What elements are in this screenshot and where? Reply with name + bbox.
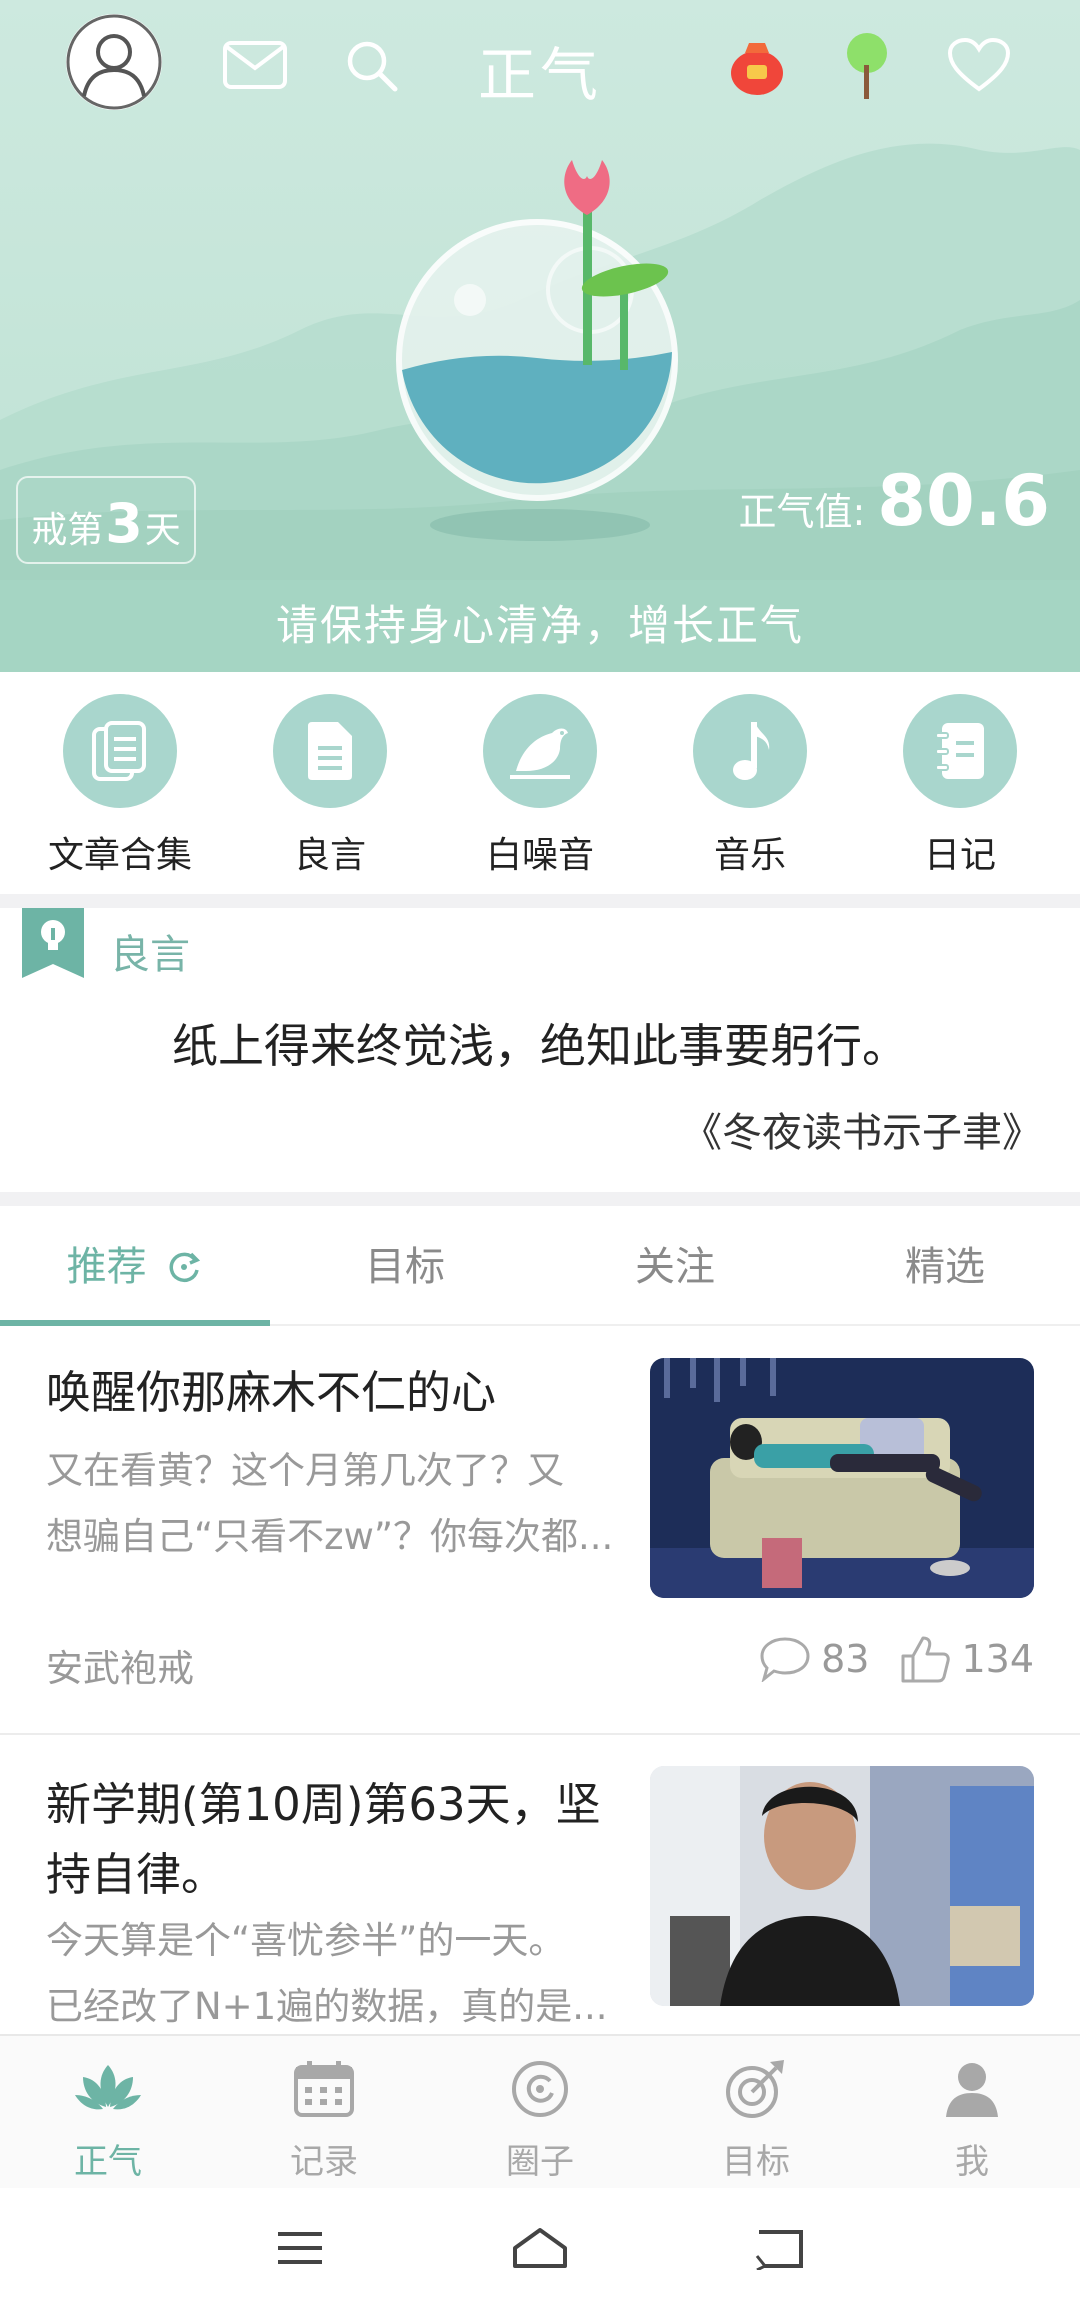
circle-icon bbox=[432, 2050, 648, 2128]
refresh-icon[interactable] bbox=[165, 1248, 203, 1286]
day-counter-badge: 戒第 3 天 bbox=[16, 476, 196, 564]
nav-label: 记录 bbox=[290, 2142, 358, 2182]
search-icon[interactable] bbox=[336, 30, 406, 100]
tab-label: 推荐 bbox=[66, 1244, 147, 1290]
section-divider bbox=[0, 1192, 1080, 1206]
calendar-icon bbox=[216, 2050, 432, 2128]
hero-banner: 正气 戒第 3 天 正气值: 80.6 bbox=[0, 0, 1080, 580]
nav-item-goals[interactable]: 目标 bbox=[648, 2050, 864, 2183]
comment-icon[interactable] bbox=[759, 1636, 811, 1682]
day-counter-prefix: 戒第 bbox=[31, 510, 104, 551]
post-excerpt: 又在看黄？这个月第几次了？又 想骗自己“只看不zw”？你每次都... bbox=[46, 1438, 626, 1570]
app-title: 正气 bbox=[477, 41, 602, 109]
score-label: 正气值: bbox=[738, 490, 866, 534]
post-separator bbox=[0, 1733, 1080, 1735]
day-counter-suffix: 天 bbox=[144, 510, 181, 551]
menu-icon[interactable] bbox=[265, 2218, 335, 2278]
nav-item-circle[interactable]: 圈子 bbox=[432, 2050, 648, 2183]
quick-item-articles[interactable]: 文章合集 bbox=[15, 694, 225, 878]
quick-item-music[interactable]: 音乐 bbox=[645, 694, 855, 878]
avatar[interactable] bbox=[66, 14, 162, 110]
music-note-icon bbox=[693, 694, 807, 808]
lucky-bag-icon[interactable] bbox=[722, 30, 792, 100]
documents-icon bbox=[63, 694, 177, 808]
righteousness-score: 正气值: 80.6 bbox=[738, 460, 1050, 542]
nav-label: 我 bbox=[955, 2142, 989, 2182]
post-card[interactable]: 唤醒你那麻木不仁的心 又在看黄？这个月第几次了？又 想骗自己“只看不zw”？你每… bbox=[0, 1328, 1080, 1732]
quick-item-diary[interactable]: 日记 bbox=[855, 694, 1065, 878]
post-excerpt-line: 今天算是个“喜忧参半”的一天。 bbox=[46, 1919, 566, 1962]
post-title: 唤醒你那麻木不仁的心 bbox=[46, 1366, 497, 1419]
user-avatar-icon bbox=[66, 14, 162, 110]
system-navigation-bar bbox=[0, 2188, 1080, 2307]
illustration-person-on-sofa bbox=[650, 1358, 1034, 1598]
mail-icon[interactable] bbox=[220, 30, 290, 100]
tab-goals[interactable]: 目标 bbox=[270, 1208, 540, 1326]
post-excerpt: 今天算是个“喜忧参半”的一天。 已经改了N+1遍的数据，真的是... bbox=[46, 1908, 626, 2034]
quick-item-label: 白噪音 bbox=[485, 835, 594, 876]
like-count: 134 bbox=[961, 1637, 1034, 1681]
post-excerpt-line: 又在看黄？这个月第几次了？又 bbox=[46, 1449, 564, 1492]
nav-item-home[interactable]: 正气 bbox=[0, 2050, 216, 2183]
top-bar: 正气 bbox=[0, 0, 1080, 130]
quick-item-label: 文章合集 bbox=[47, 835, 192, 876]
post-title-line: 新学期(第10周)第63天，坚 bbox=[46, 1778, 601, 1831]
section-divider bbox=[0, 894, 1080, 908]
tab-recommend[interactable]: 推荐 bbox=[0, 1208, 270, 1326]
nav-label: 正气 bbox=[74, 2142, 142, 2182]
comment-count: 83 bbox=[821, 1637, 870, 1681]
tab-following[interactable]: 关注 bbox=[540, 1208, 810, 1326]
day-counter-number: 3 bbox=[105, 492, 143, 555]
person-icon bbox=[864, 2050, 1080, 2128]
score-value: 80.6 bbox=[877, 460, 1050, 542]
like-thumb-icon[interactable] bbox=[899, 1634, 951, 1684]
quote-text: 纸上得来终觉浅，绝知此事要躬行。 bbox=[172, 1019, 908, 1073]
quick-item-label: 日记 bbox=[923, 835, 996, 876]
quick-item-label: 音乐 bbox=[713, 835, 786, 876]
quote-source: 《冬夜读书示子聿》 bbox=[682, 1110, 1042, 1156]
quick-item-quotes[interactable]: 良言 bbox=[225, 694, 435, 878]
post-author[interactable]: 安武袍戒 bbox=[46, 1638, 194, 1692]
quote-card[interactable]: 良言 纸上得来终觉浅，绝知此事要躬行。 《冬夜读书示子聿》 bbox=[0, 908, 1080, 1190]
notebook-icon bbox=[903, 694, 1017, 808]
nav-label: 圈子 bbox=[506, 2142, 574, 2182]
nav-label: 目标 bbox=[722, 2142, 790, 2182]
feed-tabs: 推荐 目标 关注 精选 bbox=[0, 1208, 1080, 1326]
slogan-bar: 请保持身心清净，增长正气 bbox=[0, 580, 1080, 672]
post-excerpt-line: 已经改了N+1遍的数据，真的是... bbox=[46, 1985, 608, 2028]
tree-icon[interactable] bbox=[832, 30, 902, 100]
nav-item-records[interactable]: 记录 bbox=[216, 2050, 432, 2183]
nav-item-me[interactable]: 我 bbox=[864, 2050, 1080, 2183]
post-excerpt-line: 想骗自己“只看不zw”？你每次都... bbox=[46, 1515, 614, 1558]
document-icon bbox=[273, 694, 387, 808]
post-thumbnail bbox=[650, 1358, 1034, 1598]
back-icon[interactable] bbox=[745, 2218, 815, 2278]
quick-menu: 文章合集 良言 白噪音 音乐 日记 bbox=[0, 672, 1080, 894]
post-thumbnail bbox=[650, 1766, 1034, 2006]
heart-icon[interactable] bbox=[944, 30, 1014, 100]
post-card[interactable]: 新学期(第10周)第63天，坚 持自律。 今天算是个“喜忧参半”的一天。 已经改… bbox=[0, 1736, 1080, 2034]
photo-person-selfie bbox=[650, 1766, 1034, 2006]
quick-item-label: 良言 bbox=[293, 835, 366, 876]
post-stats: 83 134 bbox=[759, 1634, 1034, 1684]
active-tab-indicator bbox=[0, 1320, 270, 1326]
lightbulb-bookmark-icon bbox=[22, 908, 84, 982]
tab-featured[interactable]: 精选 bbox=[810, 1208, 1080, 1326]
home-icon[interactable] bbox=[505, 2218, 575, 2278]
quick-item-white-noise[interactable]: 白噪音 bbox=[435, 694, 645, 878]
lotus-icon bbox=[0, 2050, 216, 2128]
target-icon bbox=[648, 2050, 864, 2128]
post-title: 新学期(第10周)第63天，坚 持自律。 bbox=[46, 1770, 626, 1910]
bird-icon bbox=[483, 694, 597, 808]
quote-title: 良言 bbox=[110, 932, 190, 978]
bottom-nav: 正气 记录 圈子 目标 我 bbox=[0, 2034, 1080, 2188]
post-title-line: 持自律。 bbox=[46, 1848, 227, 1901]
